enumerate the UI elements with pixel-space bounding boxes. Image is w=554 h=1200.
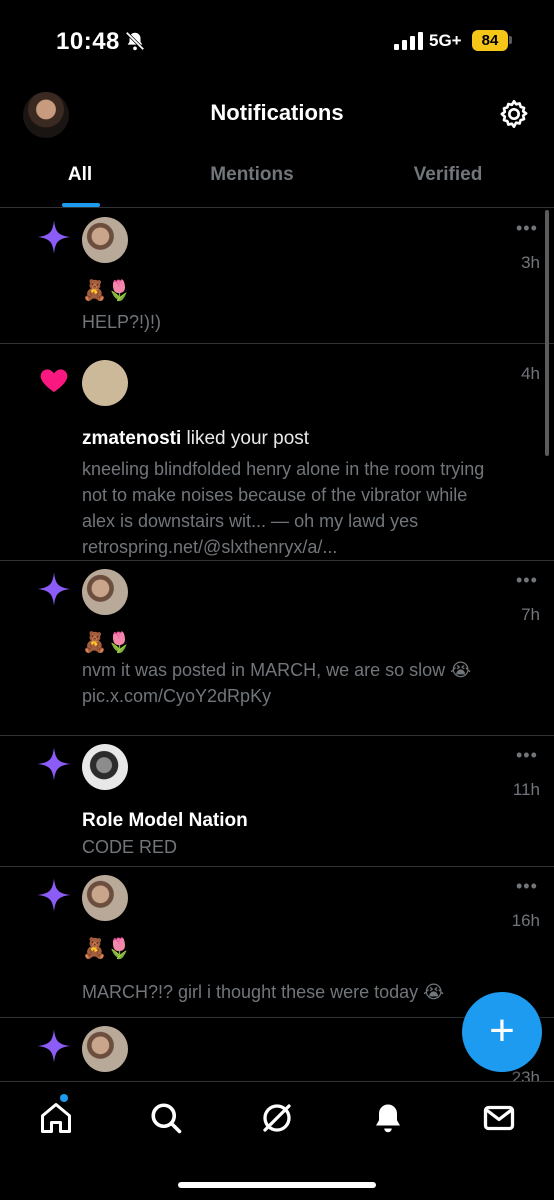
notification-headline: zmatenosti liked your post [82, 426, 309, 452]
post-link[interactable]: pic.x.com/CyoY2dRpKy [82, 683, 271, 709]
post-preview-line: kneeling blindfolded henry alone in the … [82, 459, 485, 479]
avatar[interactable] [82, 360, 128, 406]
sparkle-icon [37, 220, 71, 254]
username[interactable]: Role Model Nation [82, 810, 248, 831]
post-emoji: 🧸🌷 [82, 936, 132, 960]
bell-slash-icon [125, 31, 145, 51]
battery-icon: 84 [472, 30, 508, 51]
notification-feed[interactable]: ••• 3h 🧸🌷 HELP?!)!) 4h zmatenosti liked … [0, 209, 554, 1081]
avatar[interactable] [82, 569, 128, 615]
notification-headline: Role Model Nation [82, 808, 248, 834]
timestamp: 4h [521, 364, 540, 383]
compose-button[interactable]: + [462, 992, 542, 1072]
search-icon[interactable] [148, 1100, 184, 1136]
post-preview-line: not to make noises because of the vibrat… [82, 485, 468, 505]
avatar[interactable] [82, 217, 128, 263]
timestamp: 16h [511, 911, 540, 930]
sparkle-icon [37, 878, 71, 912]
avatar[interactable] [82, 875, 128, 921]
bell-icon[interactable] [370, 1100, 406, 1136]
network-type: 5G+ [429, 31, 462, 50]
more-options-icon[interactable]: ••• [516, 877, 538, 895]
notification-item[interactable]: 4h zmatenosti liked your post kneeling b… [0, 344, 554, 561]
post-text: HELP?!)!) [82, 312, 162, 332]
notification-item[interactable]: ••• 16h 🧸🌷 MARCH?!? girl i thought these… [0, 867, 554, 1018]
bottom-nav [0, 1081, 554, 1200]
header: Notifications [0, 80, 554, 152]
action-text: liked your post [181, 428, 310, 449]
battery-nub [509, 36, 512, 44]
more-options-icon[interactable]: ••• [516, 746, 538, 764]
notification-item[interactable]: ••• 3h 🧸🌷 HELP?!)!) [0, 209, 554, 344]
signal-icon [394, 32, 423, 50]
timestamp: 3h [521, 253, 540, 272]
post-preview-line: alex is downstairs wit... — oh my lawd y… [82, 511, 419, 531]
notification-item[interactable]: ••• 11h Role Model Nation CODE RED [0, 736, 554, 867]
more-options-icon[interactable]: ••• [516, 571, 538, 589]
sparkle-icon [37, 747, 71, 781]
avatar[interactable] [82, 744, 128, 790]
notification-item[interactable]: ••• 7h 🧸🌷 nvm it was posted in MARCH, we… [0, 561, 554, 736]
grok-icon[interactable] [259, 1100, 295, 1136]
page-title: Notifications [210, 100, 344, 125]
sparkle-icon [37, 1029, 71, 1063]
status-bar: 10:48 5G+ 84 [0, 0, 554, 80]
heart-icon [40, 369, 68, 392]
timestamp: 11h [512, 780, 540, 799]
tab-bar: All Mentions Verified [0, 152, 554, 208]
username[interactable]: zmatenosti [82, 428, 181, 449]
home-indicator [178, 1182, 376, 1188]
post-emoji: 🧸🌷 [82, 278, 132, 302]
home-notification-dot [60, 1094, 68, 1102]
more-options-icon[interactable]: ••• [516, 219, 538, 237]
post-text: nvm it was posted in MARCH, we are so sl… [82, 660, 472, 680]
tab-all[interactable]: All [30, 152, 130, 208]
post-emoji: 🧸🌷 [82, 630, 132, 654]
tab-indicator [62, 203, 100, 207]
home-icon[interactable] [38, 1100, 74, 1136]
post-text: MARCH?!? girl i thought these were today… [82, 982, 445, 1002]
tab-mentions[interactable]: Mentions [182, 152, 322, 208]
tab-verified[interactable]: Verified [388, 152, 508, 208]
mail-icon[interactable] [481, 1100, 517, 1136]
scrollbar[interactable] [545, 210, 549, 456]
timestamp: 23h [511, 1068, 540, 1081]
avatar[interactable] [82, 1026, 128, 1072]
sparkle-icon [37, 572, 71, 606]
post-text: CODE RED [82, 837, 178, 857]
post-preview-link[interactable]: retrospring.net/@slxthenryx/a/... [82, 534, 337, 560]
status-time: 10:48 [56, 28, 120, 55]
timestamp: 7h [521, 605, 540, 624]
gear-icon[interactable] [498, 98, 530, 130]
